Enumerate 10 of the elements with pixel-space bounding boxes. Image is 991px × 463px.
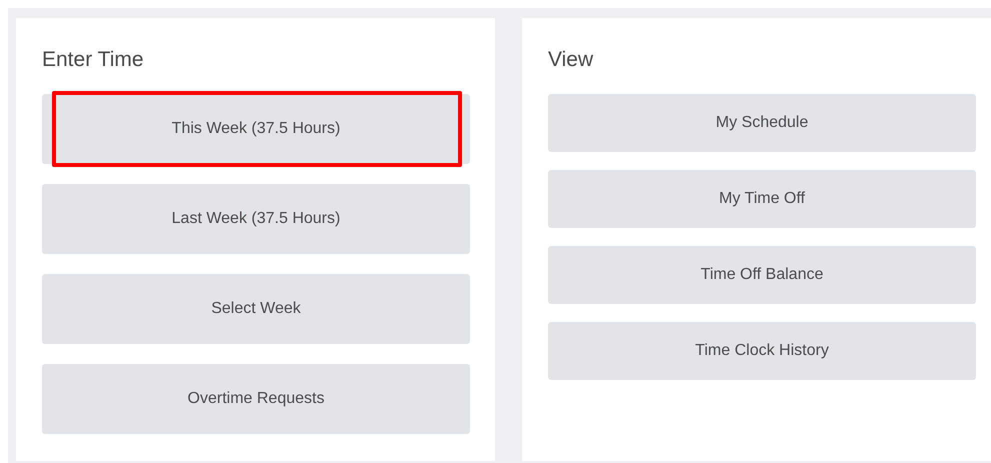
action-button[interactable]: Overtime Requests <box>42 364 470 434</box>
action-button[interactable]: Time Clock History <box>548 322 976 380</box>
action-button[interactable]: Last Week (37.5 Hours) <box>42 184 470 254</box>
action-button[interactable]: Time Off Balance <box>548 246 976 304</box>
action-button[interactable]: Select Week <box>42 274 470 344</box>
action-button[interactable]: My Time Off <box>548 170 976 228</box>
action-button[interactable]: My Schedule <box>548 94 976 152</box>
panel-title: Enter Time <box>42 47 145 73</box>
panel-title: View <box>548 47 594 73</box>
action-button[interactable]: This Week (37.5 Hours) <box>42 94 470 164</box>
